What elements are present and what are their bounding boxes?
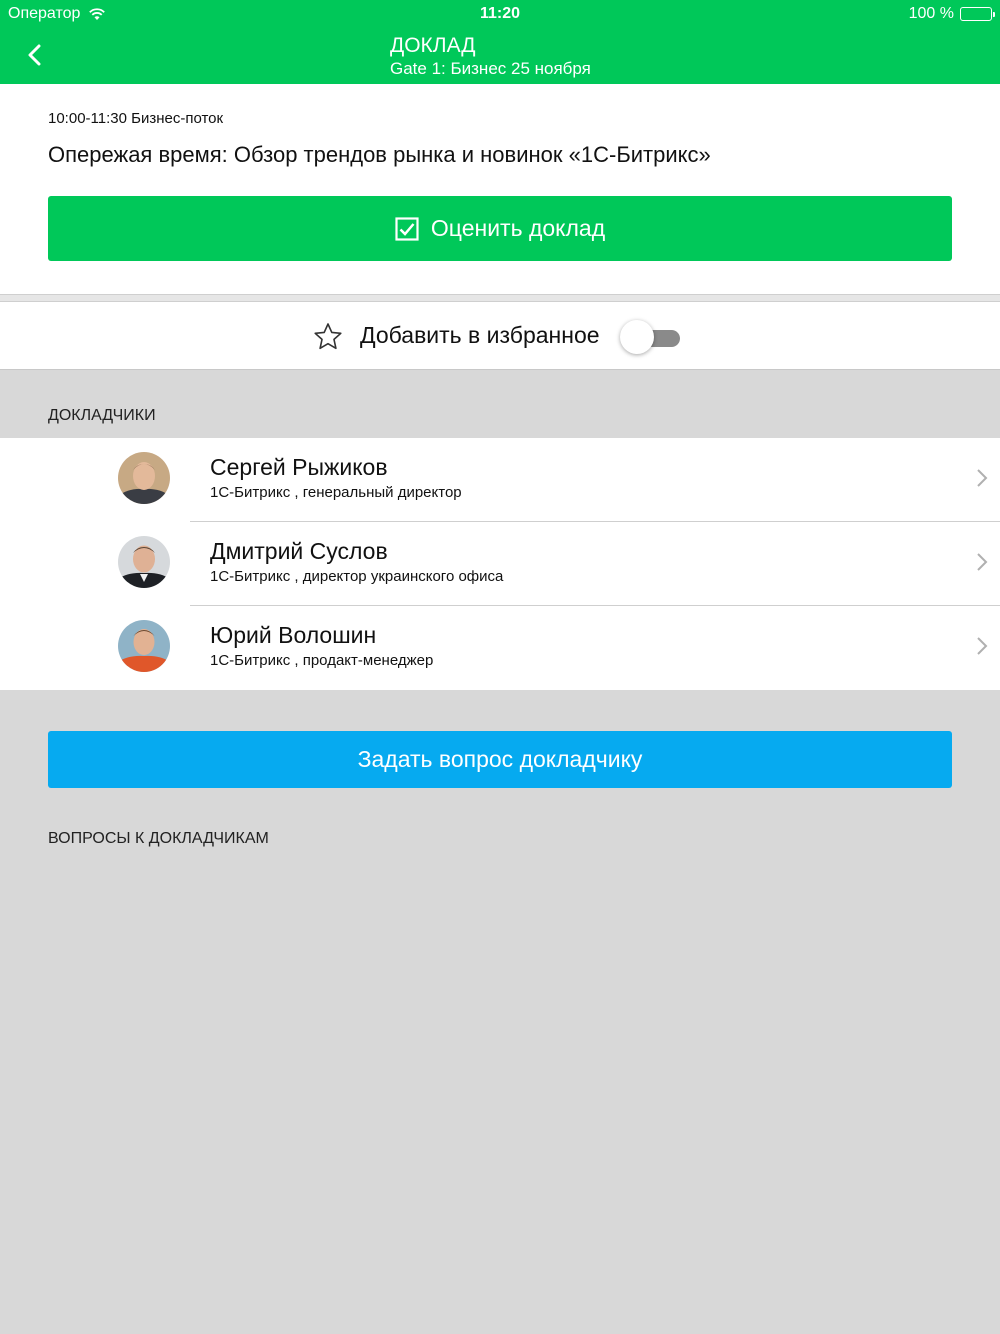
battery-icon <box>960 7 995 21</box>
talk-info-card: 10:00-11:30 Бизнес-поток Опережая время:… <box>0 84 1000 294</box>
battery-label: 100 % <box>908 5 954 22</box>
status-bar: Оператор 11:20 100 % <box>0 0 1000 28</box>
toggle-knob <box>620 320 654 354</box>
star-icon <box>314 323 342 350</box>
chevron-right-icon <box>977 553 988 571</box>
chevron-right-icon <box>977 637 988 655</box>
avatar <box>118 620 170 672</box>
speaker-row[interactable]: Юрий Волошин 1С-Битрикс , продакт-менедж… <box>0 606 1000 690</box>
nav-header: Оператор 11:20 100 % ДОКЛАД Gate 1: Бизн… <box>0 0 1000 84</box>
status-time: 11:20 <box>479 5 521 22</box>
status-battery: 100 % <box>908 5 995 23</box>
back-button[interactable] <box>18 38 50 72</box>
speakers-header: ДОКЛАДЧИКИ <box>48 407 156 424</box>
speaker-row[interactable]: Дмитрий Суслов 1С-Битрикс , директор укр… <box>0 522 1000 606</box>
speaker-name: Дмитрий Суслов <box>210 538 388 564</box>
avatar <box>118 536 170 588</box>
avatar <box>118 452 170 504</box>
speaker-role: 1С-Битрикс , генеральный директор <box>210 484 462 501</box>
page-subtitle: Gate 1: Бизнес 25 ноября <box>390 59 591 78</box>
favorite-row: Добавить в избранное <box>0 302 1000 370</box>
speaker-row[interactable]: Сергей Рыжиков 1С-Битрикс , генеральный … <box>0 438 1000 522</box>
rate-talk-label: Оценить доклад <box>430 215 606 241</box>
chevron-right-icon <box>977 469 988 487</box>
talk-time: 10:00-11:30 Бизнес-поток <box>48 110 224 127</box>
rate-talk-button[interactable]: Оценить доклад <box>48 196 952 261</box>
checkbox-icon <box>395 216 419 241</box>
talk-title: Опережая время: Обзор трендов рынка и но… <box>48 142 711 167</box>
speaker-name: Сергей Рыжиков <box>210 454 388 480</box>
speaker-role: 1С-Битрикс , директор украинского офиса <box>210 568 504 585</box>
divider <box>0 294 1000 302</box>
favorite-toggle[interactable] <box>620 320 682 354</box>
page-title: ДОКЛАД <box>390 34 476 57</box>
speakers-list: Сергей Рыжиков 1С-Битрикс , генеральный … <box>0 438 1000 690</box>
ask-question-button[interactable]: Задать вопрос докладчику <box>48 731 952 788</box>
questions-header: ВОПРОСЫ К ДОКЛАДЧИКАМ <box>48 830 269 847</box>
speaker-role: 1С-Битрикс , продакт-менеджер <box>210 652 434 669</box>
back-chevron-icon <box>28 44 41 66</box>
speaker-name: Юрий Волошин <box>210 622 377 648</box>
favorite-label: Добавить в избранное <box>360 322 600 348</box>
